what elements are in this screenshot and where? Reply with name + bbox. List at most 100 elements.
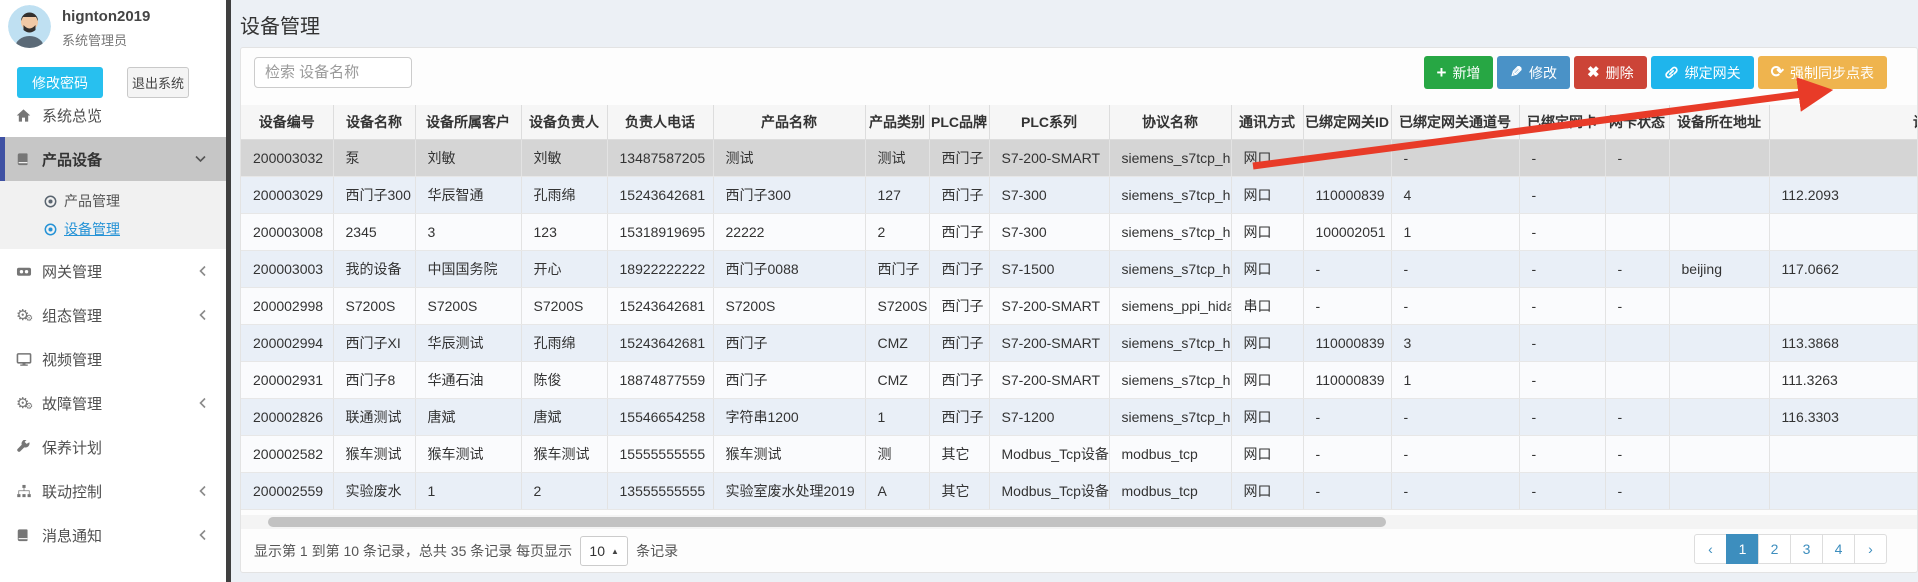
column-header-设备名称: 设备名称 — [333, 105, 415, 139]
table-cell: 西门子 — [929, 250, 989, 287]
table-row[interactable]: 200002998S7200SS7200SS7200S15243642681S7… — [241, 287, 1917, 324]
table-cell — [1769, 213, 1917, 250]
table-cell: S7-1500 — [989, 250, 1109, 287]
column-header-负责人电话: 负责人电话 — [607, 105, 713, 139]
column-header-已绑定网关ID: 已绑定网关ID — [1303, 105, 1391, 139]
table-row[interactable]: 2000030082345312315318919695222222西门子S7-… — [241, 213, 1917, 250]
sidebar-item-消息通知[interactable]: 消息通知 — [0, 513, 226, 557]
table-cell: 116.3303 — [1769, 398, 1917, 435]
绑定网关-button[interactable]: 绑定网关 — [1651, 56, 1754, 89]
table-cell: 18874877559 — [607, 361, 713, 398]
search-input[interactable] — [254, 57, 412, 88]
x-icon: ✖ — [1587, 65, 1600, 80]
chevron-left-icon — [199, 266, 206, 277]
sidebar-item-组态管理[interactable]: ⚙⚙组态管理 — [0, 293, 226, 337]
table-cell: 200003029 — [241, 176, 333, 213]
sidebar-item-label: 系统总览 — [42, 105, 102, 126]
table-cell: 刘敏 — [521, 139, 607, 176]
table-cell — [1669, 435, 1769, 472]
page-button-2[interactable]: 2 — [1758, 534, 1791, 564]
强制同步点表-button[interactable]: ⟳强制同步点表 — [1758, 56, 1887, 89]
sidebar-item-label: 组态管理 — [42, 305, 102, 326]
sidebar-item-保养计划[interactable]: 保养计划 — [0, 425, 226, 469]
chevron-left-icon — [199, 530, 206, 541]
next-page-button[interactable]: › — [1854, 534, 1887, 564]
table-cell: 网口 — [1231, 361, 1303, 398]
table-cell: A — [865, 472, 929, 509]
sidebar-item-label: 视频管理 — [42, 349, 102, 370]
table-cell: 1 — [865, 398, 929, 435]
table-cell: 111.3263 — [1769, 361, 1917, 398]
table-row[interactable]: 200003032泵刘敏刘敏13487587205测试测试西门子S7-200-S… — [241, 139, 1917, 176]
table-cell: 猴车测试 — [521, 435, 607, 472]
user-role: 系统管理员 — [62, 30, 127, 49]
table-cell: S7-200-SMART — [989, 361, 1109, 398]
table-row[interactable]: 200002559实验废水1213555555555实验室废水处理2019A其它… — [241, 472, 1917, 509]
table-cell: - — [1605, 250, 1669, 287]
submenu-item-label: 设备管理 — [64, 219, 120, 239]
page-button-4[interactable]: 4 — [1822, 534, 1855, 564]
table-cell: 西门子 — [929, 176, 989, 213]
chevron-left-icon — [199, 398, 206, 409]
table-cell: 4 — [1391, 176, 1519, 213]
sidebar-item-视频管理[interactable]: 视频管理 — [0, 337, 226, 381]
sidebar-item-系统总览[interactable]: 系统总览 — [0, 93, 226, 137]
submenu-item-设备管理[interactable]: 设备管理 — [0, 215, 226, 243]
table-cell: siemens_s7tcp_hinet — [1109, 250, 1231, 287]
table-cell: 网口 — [1231, 213, 1303, 250]
button-label: 强制同步点表 — [1790, 63, 1874, 83]
table-cell: 猴车测试 — [713, 435, 865, 472]
page-title: 设备管理 — [240, 10, 320, 39]
table-cell: - — [1303, 398, 1391, 435]
column-header-设备编号: 设备编号 — [241, 105, 333, 139]
table-cell: 网口 — [1231, 435, 1303, 472]
page-button-3[interactable]: 3 — [1790, 534, 1823, 564]
book-icon — [16, 528, 42, 543]
column-header-通讯方式: 通讯方式 — [1231, 105, 1303, 139]
column-header-设备所属客户: 设备所属客户 — [415, 105, 521, 139]
table-cell: 110000839 — [1303, 361, 1391, 398]
table-cell: 猴车测试 — [415, 435, 521, 472]
previous-page-button[interactable]: ‹ — [1694, 534, 1727, 564]
table-cell: - — [1303, 139, 1391, 176]
table-cell: 测试 — [865, 139, 929, 176]
table-cell: 中国国务院 — [415, 250, 521, 287]
table-cell: 西门子300 — [333, 176, 415, 213]
table-cell: 15546654258 — [607, 398, 713, 435]
table-row[interactable]: 200002931西门子8华通石油陈俊18874877559西门子CMZ西门子S… — [241, 361, 1917, 398]
submenu-item-产品管理[interactable]: 产品管理 — [0, 187, 226, 215]
table-row[interactable]: 200002582猴车测试猴车测试猴车测试15555555555猴车测试测其它M… — [241, 435, 1917, 472]
新增-button[interactable]: +新增 — [1424, 56, 1494, 89]
horizontal-scrollbar-thumb[interactable] — [268, 517, 1386, 527]
table-cell: Modbus_Tcp设备 — [989, 472, 1109, 509]
table-cell: beijing — [1669, 250, 1769, 287]
table-cell: S7-300 — [989, 176, 1109, 213]
table-row[interactable]: 200002826联通测试唐斌唐斌15546654258字符串12001西门子S… — [241, 398, 1917, 435]
sidebar-item-产品设备[interactable]: 产品设备 — [0, 137, 226, 181]
column-header-PLC品牌: PLC品牌 — [929, 105, 989, 139]
sidebar-item-网关管理[interactable]: 网关管理 — [0, 249, 226, 293]
table-row[interactable]: 200002994西门子XI华辰测试孔雨绵15243642681西门子CMZ西门… — [241, 324, 1917, 361]
button-label: 修改 — [1529, 63, 1557, 83]
table-cell — [1605, 176, 1669, 213]
sidebar-item-故障管理[interactable]: ⚙⚙故障管理 — [0, 381, 226, 425]
column-header-PLC系列: PLC系列 — [989, 105, 1109, 139]
删除-button[interactable]: ✖删除 — [1574, 56, 1647, 89]
page-button-1[interactable]: 1 — [1726, 534, 1759, 564]
sidebar-item-label: 消息通知 — [42, 525, 102, 546]
sidebar-item-联动控制[interactable]: 联动控制 — [0, 469, 226, 513]
sitemap-icon — [16, 484, 42, 499]
table-row[interactable]: 200003029西门子300华辰智通孔雨绵15243642681西门子3001… — [241, 176, 1917, 213]
column-header-协议名称: 协议名称 — [1109, 105, 1231, 139]
table-cell: 网口 — [1231, 324, 1303, 361]
table-cell: S7-200-SMART — [989, 324, 1109, 361]
修改-button[interactable]: ✎修改 — [1497, 56, 1570, 89]
table-cell: 西门子 — [865, 250, 929, 287]
table-cell: - — [1391, 472, 1519, 509]
table-cell: 西门子 — [929, 213, 989, 250]
main-content: 设备管理 +新增✎修改✖删除绑定网关⟳强制同步点表 设备编号设备名称设备所属客户… — [231, 0, 1918, 582]
table-row[interactable]: 200003003我的设备中国国务院开心18922222222西门子0088西门… — [241, 250, 1917, 287]
table-cell: 西门子8 — [333, 361, 415, 398]
page-size-dropdown[interactable]: 10 ▲ — [580, 536, 628, 566]
table-cell: siemens_ppi_hidata — [1109, 287, 1231, 324]
